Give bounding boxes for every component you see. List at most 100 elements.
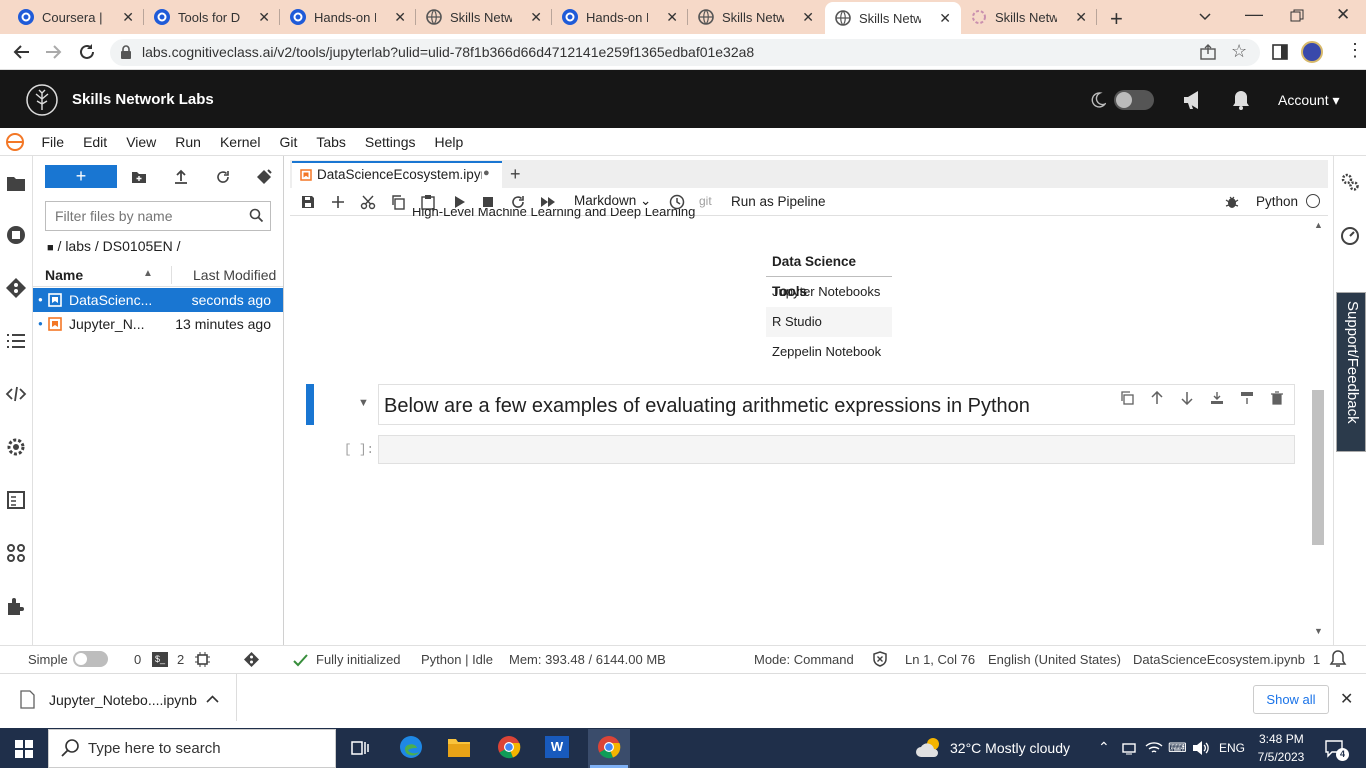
- terminal-icon[interactable]: $_: [152, 652, 168, 667]
- browser-tab-2[interactable]: Tools for Data Science ✕: [144, 0, 280, 34]
- breadcrumb-path[interactable]: / labs / DS0105EN /: [58, 238, 181, 254]
- browser-tab-5[interactable]: Hands-on Lab ✕: [552, 0, 688, 34]
- cell-type-dropdown[interactable]: Markdown ⌄: [574, 193, 651, 209]
- back-arrow-icon[interactable]: [12, 44, 30, 60]
- share-icon[interactable]: [1200, 44, 1216, 60]
- menu-file[interactable]: File: [32, 134, 74, 150]
- close-tab-icon[interactable]: ✕: [258, 9, 270, 26]
- lock-icon[interactable]: [120, 45, 132, 59]
- window-close-icon[interactable]: ✕: [1336, 5, 1350, 25]
- extension-manager-icon[interactable]: [5, 595, 27, 617]
- menu-tabs[interactable]: Tabs: [307, 134, 356, 150]
- menu-run[interactable]: Run: [166, 134, 211, 150]
- weather-text[interactable]: 32°C Mostly cloudy: [950, 740, 1070, 756]
- active-cell-indicator[interactable]: [306, 384, 314, 425]
- new-folder-icon[interactable]: [131, 169, 147, 185]
- insert-cell-icon[interactable]: [330, 194, 346, 210]
- save-icon[interactable]: [300, 194, 316, 210]
- terminal-count[interactable]: 0: [134, 652, 141, 667]
- breadcrumb[interactable]: ■ / labs / DS0105EN /: [47, 238, 181, 254]
- home-folder-icon[interactable]: ■: [47, 242, 54, 254]
- kernel-name[interactable]: Python: [1256, 194, 1298, 209]
- volume-icon[interactable]: [1192, 740, 1210, 756]
- file-explorer-icon[interactable]: [447, 736, 471, 758]
- run-as-pipeline-button[interactable]: Run as Pipeline: [731, 194, 826, 209]
- property-inspector-icon[interactable]: [5, 489, 27, 511]
- menu-settings[interactable]: Settings: [355, 134, 425, 150]
- scrollbar-thumb[interactable]: [1312, 390, 1324, 545]
- bookmark-star-icon[interactable]: ☆: [1231, 41, 1247, 62]
- file-row[interactable]: ● Jupyter_N... 13 minutes ago: [33, 312, 283, 336]
- kernel-chip-icon[interactable]: [195, 652, 210, 667]
- notebook-scrollbar[interactable]: ▲ ▼: [1310, 218, 1327, 640]
- menu-help[interactable]: Help: [425, 134, 473, 150]
- profile-avatar[interactable]: [1301, 41, 1323, 63]
- network-icon[interactable]: [1121, 740, 1137, 756]
- insert-above-icon[interactable]: [1240, 391, 1254, 405]
- clock-time[interactable]: 3:48 PM: [1259, 732, 1304, 746]
- close-tab-icon[interactable]: ✕: [666, 9, 678, 26]
- extension-settings-icon[interactable]: [5, 436, 27, 458]
- search-icon[interactable]: [249, 208, 264, 223]
- debugger-bug-icon[interactable]: [1224, 194, 1240, 210]
- word-icon[interactable]: W: [545, 736, 569, 758]
- git-clone-icon[interactable]: [256, 169, 272, 185]
- chrome-menu-icon[interactable]: ⋮: [1346, 40, 1364, 61]
- account-menu[interactable]: Account ▾: [1278, 92, 1340, 109]
- new-tab-plus-button[interactable]: +: [510, 164, 521, 185]
- menu-git[interactable]: Git: [270, 134, 307, 150]
- task-view-icon[interactable]: [350, 738, 370, 758]
- close-tab-icon[interactable]: ✕: [394, 9, 406, 26]
- browser-tab-7-active[interactable]: Skills Network Labs ✕: [825, 2, 961, 34]
- scroll-down-icon[interactable]: ▼: [1314, 626, 1323, 636]
- kernel-status[interactable]: Python | Idle: [421, 652, 493, 667]
- scroll-up-icon[interactable]: ▲: [1314, 220, 1323, 230]
- windows-start-icon[interactable]: [15, 740, 33, 758]
- side-panel-icon[interactable]: [1272, 44, 1288, 60]
- tab-datascienceecosystem[interactable]: DataScienceEcosystem.ipynb ●: [292, 161, 502, 188]
- close-tab-icon[interactable]: ✕: [802, 9, 814, 26]
- initialization-status[interactable]: Fully initialized: [316, 652, 401, 667]
- shield-x-icon[interactable]: [872, 651, 888, 667]
- dark-mode-toggle[interactable]: [1114, 90, 1154, 110]
- insert-below-icon[interactable]: [1210, 391, 1224, 405]
- cursor-position[interactable]: Ln 1, Col 76: [905, 652, 975, 667]
- show-all-downloads-button[interactable]: Show all: [1253, 685, 1329, 714]
- new-launcher-button[interactable]: +: [45, 165, 117, 188]
- close-tab-icon[interactable]: ✕: [122, 9, 134, 26]
- menu-edit[interactable]: Edit: [74, 134, 117, 150]
- sort-ascending-icon[interactable]: ▲: [143, 268, 153, 279]
- refresh-icon[interactable]: [215, 169, 231, 185]
- filter-files-field[interactable]: [45, 201, 271, 231]
- code-cell-editor[interactable]: [378, 435, 1295, 464]
- megaphone-icon[interactable]: [1182, 90, 1204, 110]
- git-status-icon[interactable]: [243, 651, 260, 668]
- git-diff-label[interactable]: git: [699, 194, 712, 208]
- browser-tab-6[interactable]: Skills Network Labs ✕: [688, 0, 824, 34]
- code-icon[interactable]: [5, 383, 27, 405]
- notification-count[interactable]: 1: [1313, 652, 1320, 667]
- support-feedback-tab[interactable]: Support/Feedback: [1336, 292, 1366, 452]
- wifi-icon[interactable]: [1145, 740, 1163, 756]
- new-tab-button[interactable]: +: [1110, 6, 1123, 32]
- bell-icon[interactable]: [1232, 90, 1250, 110]
- tray-chevron-icon[interactable]: ⌃: [1098, 739, 1110, 756]
- delete-cell-icon[interactable]: [1270, 391, 1284, 405]
- kernel-count[interactable]: 2: [177, 652, 184, 667]
- current-filename[interactable]: DataScienceEcosystem.ipynb: [1133, 652, 1305, 667]
- chrome-icon[interactable]: [497, 735, 521, 759]
- keyboard-input-icon[interactable]: ⌨: [1168, 740, 1187, 756]
- url-text[interactable]: labs.cognitiveclass.ai/v2/tools/jupyterl…: [142, 44, 754, 60]
- spellcheck-language[interactable]: English (United States): [988, 652, 1121, 667]
- browser-tab-3[interactable]: Hands-on Lab ✕: [280, 0, 416, 34]
- column-last-modified[interactable]: Last Modified: [193, 267, 276, 283]
- chrome-profile-icon[interactable]: [597, 735, 621, 759]
- close-tab-icon[interactable]: ✕: [1075, 9, 1087, 26]
- skills-network-logo-icon[interactable]: [26, 84, 58, 116]
- elyra-components-icon[interactable]: [5, 542, 27, 564]
- clock-date[interactable]: 7/5/2023: [1256, 750, 1306, 764]
- edge-icon[interactable]: [399, 735, 423, 759]
- site-title[interactable]: Skills Network Labs: [72, 91, 214, 108]
- copy-icon[interactable]: [390, 194, 406, 210]
- tab-search-chevron-icon[interactable]: [1198, 9, 1212, 23]
